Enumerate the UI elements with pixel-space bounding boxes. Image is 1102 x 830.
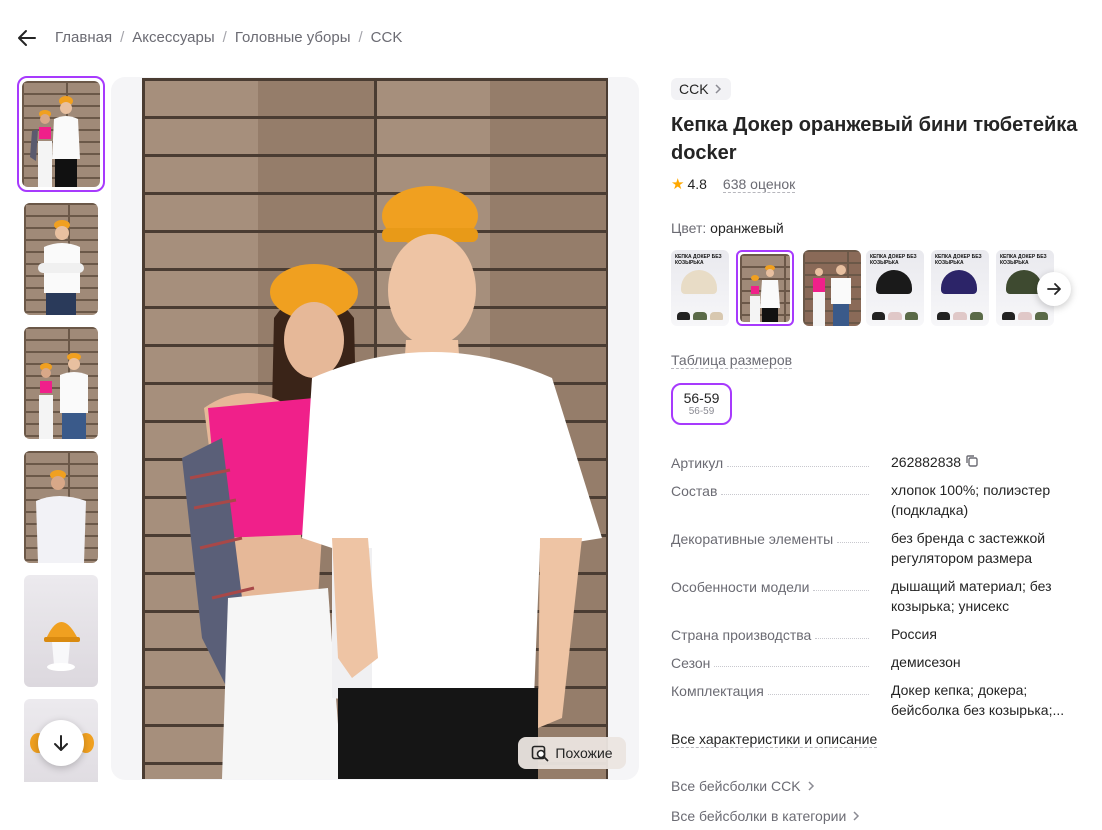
thumbnail-2[interactable] [24,203,98,315]
thumbnail-1[interactable] [17,76,105,192]
size-option-56-59[interactable]: 56-59 56-59 [671,383,732,425]
color-label: Цвет: оранжевый [671,220,784,236]
all-specs-link[interactable]: Все характеристики и описание [671,731,878,748]
spec-value: хлопок 100%; полиэстер (подкладка) [891,482,1051,518]
back-arrow-icon[interactable] [16,27,38,49]
scroll-down-button[interactable] [38,720,84,766]
size-label: 56-59 [683,390,720,406]
spec-key: Страна производства [671,627,816,643]
all-category-link[interactable]: Все бейсболки в категории [671,808,860,824]
chevron-right-icon [715,84,721,94]
all-brand-link[interactable]: Все бейсболки CCK [671,778,815,794]
swatch-card-text: КЕПКА ДОКЕР БЕЗ КОЗЫРЬКА [675,254,722,266]
breadcrumb-separator: / [222,29,227,46]
rating: ★ 4.8 638 оценок [671,175,796,193]
image-search-icon [532,745,549,762]
chevron-right-icon [853,811,860,821]
breadcrumb-separator: / [120,29,125,46]
thumbnail-list [16,76,106,782]
breadcrumb-home[interactable]: Главная [55,29,112,46]
spec-key: Особенности модели [671,579,814,595]
spec-value: 262882838 [891,454,962,470]
swatch-card-text: КЕПКА ДОКЕР БЕЗ КОЗЫРЬКА [935,254,982,266]
rating-value: 4.8 [687,176,707,192]
breadcrumb-brand[interactable]: CCK [371,29,403,46]
swatch-purple[interactable]: КЕПКА ДОКЕР БЕЗ КОЗЫРЬКА [931,250,989,326]
similar-button[interactable]: Похожие [518,737,626,769]
copy-icon[interactable] [965,453,979,473]
brand-name: CCK [679,81,709,97]
arrow-right-icon [1047,283,1061,295]
main-product-photo[interactable] [142,78,608,779]
spec-key: Сезон [671,655,715,671]
swatches-next-button[interactable] [1037,272,1071,306]
swatch-orange[interactable] [736,250,794,326]
color-value: оранжевый [710,220,784,236]
color-swatches: КЕПКА ДОКЕР БЕЗ КОЗЫРЬКА КЕПКА ДОКЕР БЕЗ… [671,250,1091,326]
spec-value: дышащий материал; без козырька; унисекс [891,578,1052,614]
spec-value: демисезон [891,654,961,670]
spec-value: Докер кепка; докера; бейсболка без козыр… [891,682,1065,718]
swatch-black[interactable]: КЕПКА ДОКЕР БЕЗ КОЗЫРЬКА [866,250,924,326]
breadcrumb-separator: / [358,29,363,46]
arrow-down-icon [54,735,68,751]
size-sublabel: 56-59 [688,406,715,417]
all-brand-label: Все бейсболки CCK [671,778,801,794]
star-icon: ★ [671,176,685,193]
models-illustration [182,186,602,779]
swatch-photo-2[interactable] [803,250,861,326]
breadcrumb: Главная / Аксессуары / Головные уборы / … [55,29,402,46]
breadcrumb-accessories[interactable]: Аксессуары [132,29,214,46]
swatch-beige[interactable]: КЕПКА ДОКЕР БЕЗ КОЗЫРЬКА [671,250,729,326]
swatch-card-text: КЕПКА ДОКЕР БЕЗ КОЗЫРЬКА [1000,254,1047,266]
product-title: Кепка Докер оранжевый бини тюбетейка doc… [671,114,1078,164]
spec-key: Состав [671,483,722,499]
spec-key: Артикул [671,455,728,471]
spec-value: Россия [891,626,937,642]
all-category-label: Все бейсболки в категории [671,808,847,824]
thumbnail-4[interactable] [24,451,98,563]
size-table-link[interactable]: Таблица размеров [671,352,793,369]
spec-key: Декоративные элементы [671,531,838,547]
thumbnail-5[interactable] [24,575,98,687]
swatch-card-text: КЕПКА ДОКЕР БЕЗ КОЗЫРЬКА [870,254,917,266]
breadcrumb-headwear[interactable]: Головные уборы [235,29,351,46]
thumbnail-3[interactable] [24,327,98,439]
chevron-right-icon [808,781,814,791]
brand-chip[interactable]: CCK [671,78,731,100]
similar-label: Похожие [555,745,613,761]
reviews-link[interactable]: 638 оценок [722,176,796,193]
color-label-text: Цвет: [671,220,707,236]
spec-value: без бренда с застежкой регулятором разме… [891,530,1046,566]
spec-key: Комплектация [671,683,768,699]
